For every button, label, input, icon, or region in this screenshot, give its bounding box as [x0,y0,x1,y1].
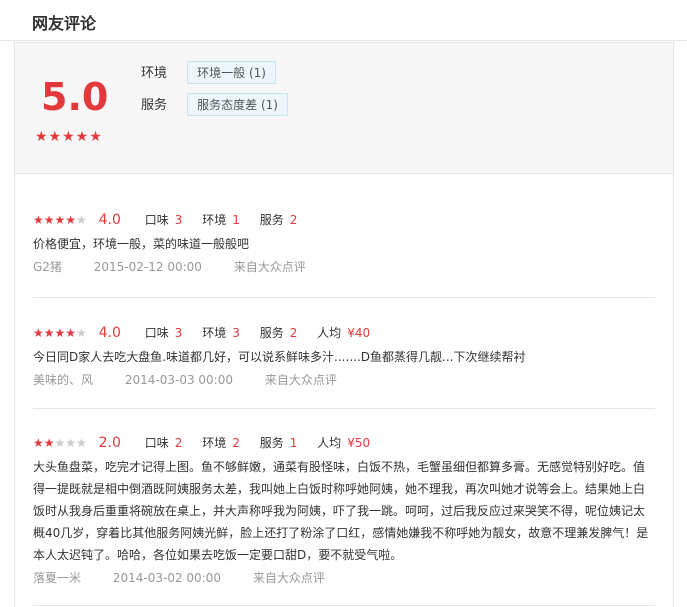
review-score: 4.0 [98,211,121,228]
review-user[interactable]: 美味的、风 [33,373,93,387]
review-text: 大头鱼盘菜，吃完才记得上图。鱼不够鲜嫩，通菜有股怪味，白饭不热，毛蟹虽细但都算多… [33,460,649,562]
review-meta: 落夏一米 2014-03-02 00:00 来自大众点评 [33,569,653,586]
category-environment: 环境 环境一般 (1) [141,61,276,84]
price-metric: 人均 ¥40 [317,326,371,340]
taste-metric: 口味 3 [144,326,183,340]
category-label: 服务 [141,98,168,113]
divider [33,297,655,298]
comments-panel: 5.0 ★★★★★ 环境 环境一般 (1) 服务 服务态度差 (1) ★★★★★… [14,42,674,607]
review-score: 4.0 [98,324,121,341]
review-item: ★★★★★ 2.0 口味 2 环境 2 服务 1 人均 ¥50 大头鱼盘菜，吃完才记得上… [33,434,653,586]
review-date: 2014-03-02 00:00 [112,571,221,585]
section-header: 网友评论 [0,0,687,41]
review-stars: ★★★★★ [33,435,87,450]
review-source: 来自大众点评 [252,571,325,585]
review-source: 来自大众点评 [233,260,306,274]
review-meta: 美味的、风 2014-03-03 00:00 来自大众点评 [33,371,653,388]
review-score: 2.0 [98,434,121,451]
review-user[interactable]: G2猪 [33,260,62,274]
review-user[interactable]: 落夏一米 [33,571,81,585]
environment-metric: 环境 3 [202,326,240,340]
review-date: 2015-02-12 00:00 [93,260,202,274]
overall-score: 5.0 [41,75,109,119]
review-date: 2014-03-03 00:00 [124,373,233,387]
taste-metric: 口味 3 [144,213,183,227]
category-label: 环境 [141,66,168,81]
review-rating-line: ★★★★★ 4.0 口味 3 环境 3 服务 2 人均 ¥40 [33,324,653,342]
review-stars: ★★★★★ [33,325,87,340]
review-item: ★★★★★ 4.0 口味 3 环境 1 服务 2 价格便宜，环境一般，菜的味道一般般吧… [33,211,653,275]
review-item: ★★★★★ 4.0 口味 3 环境 3 服务 2 人均 ¥40 今日同D家人去吃大盘鱼.… [33,324,653,388]
review-meta: G2猪 2015-02-12 00:00 来自大众点评 [33,258,653,275]
review-rating-line: ★★★★★ 4.0 口味 3 环境 1 服务 2 [33,211,653,229]
environment-metric: 环境 2 [202,436,240,450]
review-text: 今日同D家人去吃大盘鱼.味道都几好，可以说系鲜味多汁.......D鱼都蒸得几靓… [33,350,526,364]
review-source: 来自大众点评 [264,373,337,387]
service-metric: 服务 2 [259,326,298,340]
environment-tag[interactable]: 环境一般 (1) [187,61,276,84]
section-title: 网友评论 [32,14,97,33]
service-metric: 服务 1 [259,436,298,450]
service-metric: 服务 2 [259,213,298,227]
price-metric: 人均 ¥50 [317,436,371,450]
divider [33,408,655,409]
review-stars: ★★★★★ [33,212,87,227]
review-text: 价格便宜，环境一般，菜的味道一般般吧 [33,237,250,251]
rating-summary: 5.0 ★★★★★ 环境 环境一般 (1) 服务 服务态度差 (1) [15,43,673,174]
review-rating-line: ★★★★★ 2.0 口味 2 环境 2 服务 1 人均 ¥50 [33,434,653,452]
category-service: 服务 服务态度差 (1) [141,93,288,116]
service-tag[interactable]: 服务态度差 (1) [187,93,288,116]
overall-stars: ★★★★★ [35,129,103,145]
taste-metric: 口味 2 [144,436,183,450]
environment-metric: 环境 1 [202,213,240,227]
